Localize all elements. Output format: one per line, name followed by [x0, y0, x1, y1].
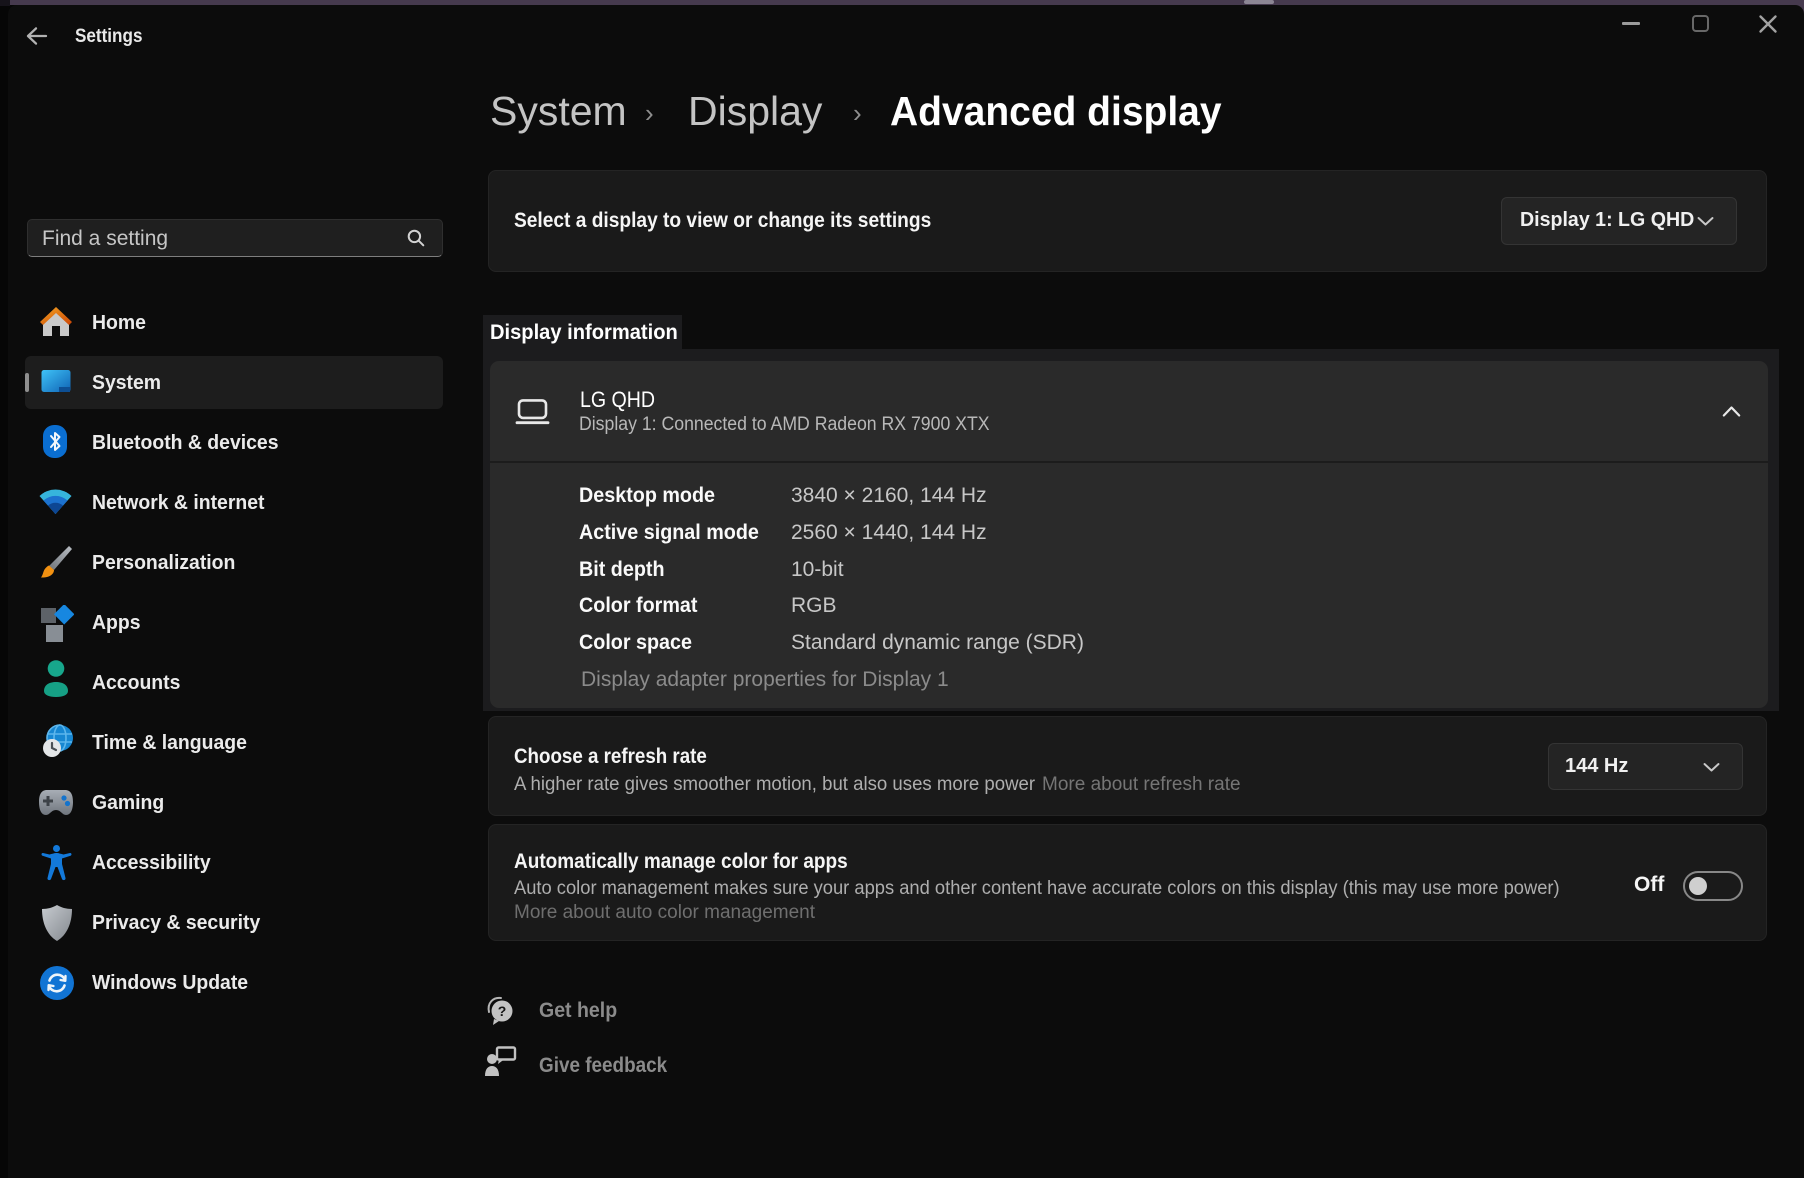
svg-text:?: ? [498, 1003, 507, 1019]
